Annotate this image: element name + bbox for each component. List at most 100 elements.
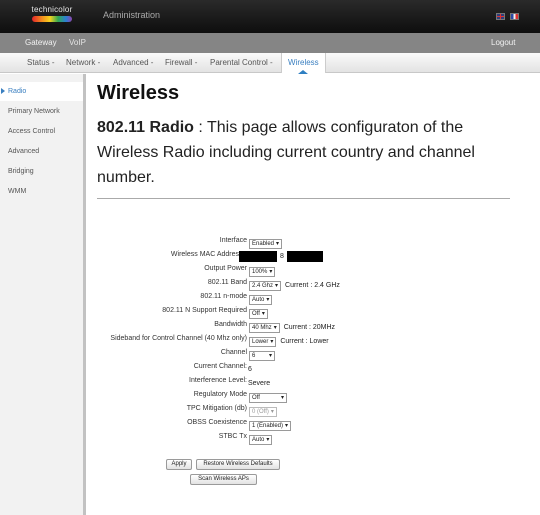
current-channel-label: Current Channel: (193, 363, 247, 370)
nsupport-row: 802.11 N Support Required (90, 305, 247, 317)
subnav-wireless-label: Wireless (288, 58, 319, 67)
tpc-select[interactable]: 0 (Off) ▾ (249, 406, 277, 417)
bandwidth-label: Bandwidth (214, 321, 247, 328)
nsupport-select[interactable]: Off ▾ (249, 308, 268, 319)
nmode-value: Auto (252, 296, 265, 303)
band-current: Current : 2.4 GHz (285, 282, 340, 290)
tpc-value: 0 (Off) (252, 408, 269, 415)
scan-wireless-aps-button[interactable]: Scan Wireless APs (190, 474, 257, 485)
interface-label: Interface (219, 237, 247, 244)
sidebar-item-label: Access Control (8, 128, 56, 135)
obss-value: 1 (Enabled) (252, 422, 284, 429)
active-arrow-icon (1, 88, 5, 94)
logout-link[interactable]: Logout (491, 38, 515, 47)
mac-redacted-block (286, 251, 323, 263)
band-value: 2.4 Ghz (252, 282, 274, 289)
current-channel-row: Current Channel: (90, 361, 247, 373)
chevron-down-icon: ▾ (266, 436, 270, 443)
chevron-down-icon: ▾ (276, 240, 280, 247)
chevron-down-icon: ▾ (270, 408, 274, 415)
sidebar: Radio Primary Network Access Control Adv… (0, 74, 86, 515)
output-power-select[interactable]: 100% ▾ (249, 266, 276, 277)
sidebar-item-wmm[interactable]: WMM (0, 182, 83, 201)
chevron-down-icon: ▾ (268, 352, 272, 359)
sideband-row: Sideband for Control Channel (40 Mhz onl… (90, 333, 247, 345)
nmode-select[interactable]: Auto ▾ (249, 294, 273, 305)
top-header: technicolor Administration (0, 0, 540, 33)
mac-redacted-block (239, 251, 277, 263)
subnav-network[interactable]: Network - (66, 58, 100, 67)
obss-label: OBSS Coexistence (187, 419, 247, 426)
active-tab-caret-icon (298, 70, 308, 74)
channel-row-ctrl: 6 ▾ (249, 347, 275, 365)
nav-gateway[interactable]: Gateway (25, 38, 57, 47)
nmode-label: 802.11 n-mode (200, 293, 247, 300)
obss-select[interactable]: 1 (Enabled) ▾ (249, 420, 292, 431)
chevron-down-icon: ▾ (273, 324, 277, 331)
sidebar-item-primary-network[interactable]: Primary Network (0, 102, 83, 121)
mac-label: Wireless MAC Addres (170, 251, 239, 258)
sidebar-item-label: Radio (8, 88, 27, 95)
sideband-value: Lower (252, 338, 269, 345)
band-row: 802.11 Band (90, 277, 247, 289)
channel-label: Channel (220, 349, 247, 356)
technicolor-logo[interactable]: technicolor (27, 5, 77, 27)
divider (97, 198, 510, 199)
description-heading: 802.11 Radio (97, 119, 194, 136)
mac-visible-fragment: 8 (280, 253, 284, 261)
nsupport-label: 802.11 N Support Required (162, 307, 247, 314)
stbc-select[interactable]: Auto ▾ (249, 434, 273, 445)
obss-row: OBSS Coexistence (90, 417, 247, 429)
page-title: Wireless (97, 82, 180, 104)
subnav-firewall[interactable]: Firewall - (165, 58, 197, 67)
nav-voip[interactable]: VoIP (69, 38, 86, 47)
subnav-advanced[interactable]: Advanced - (113, 58, 153, 67)
interface-row: Interface (90, 235, 247, 247)
fr-flag-icon[interactable] (510, 13, 519, 20)
sidebar-item-label: Primary Network (8, 108, 60, 115)
subnav-status[interactable]: Status - (27, 58, 55, 67)
sidebar-item-label: Advanced (8, 148, 40, 155)
chevron-down-icon: ▾ (280, 394, 284, 401)
current-channel-value: 6 (248, 366, 252, 374)
sidebar-item-label: Bridging (8, 168, 34, 175)
stbc-row-ctrl: Auto ▾ (249, 431, 273, 449)
sidebar-item-radio[interactable]: Radio (0, 82, 83, 101)
band-select[interactable]: 2.4 Ghz ▾ (249, 280, 282, 291)
channel-select[interactable]: 6 ▾ (249, 350, 275, 361)
chevron-down-icon: ▾ (266, 296, 270, 303)
sidebar-item-bridging[interactable]: Bridging (0, 162, 83, 181)
logo-rainbow-icon (32, 16, 72, 22)
sidebar-item-advanced[interactable]: Advanced (0, 142, 83, 161)
output-power-row: Output Power (90, 263, 247, 275)
sideband-label: Sideband for Control Channel (40 Mhz onl… (110, 335, 247, 342)
logo-text: technicolor (31, 5, 73, 14)
stbc-row: STBC Tx (90, 431, 247, 443)
channel-value: 6 (252, 352, 256, 359)
sidebar-item-label: WMM (8, 188, 27, 195)
main-nav: Gateway VoIP Logout (0, 33, 540, 53)
channel-row: Channel (90, 347, 247, 359)
regulatory-value: Off (252, 394, 260, 401)
stbc-label: STBC Tx (218, 433, 247, 440)
uk-flag-icon[interactable] (496, 13, 505, 20)
sideband-current: Current : Lower (280, 338, 329, 346)
sub-nav: Status - Network - Advanced - Firewall -… (0, 53, 540, 73)
subnav-parental-control[interactable]: Parental Control - (210, 58, 273, 67)
sideband-select[interactable]: Lower ▾ (249, 336, 277, 347)
sidebar-item-access-control[interactable]: Access Control (0, 122, 83, 141)
stbc-value: Auto (252, 436, 265, 443)
bandwidth-row: Bandwidth (90, 319, 247, 331)
nmode-row: 802.11 n-mode (90, 291, 247, 303)
apply-button[interactable]: Apply (166, 459, 192, 470)
tpc-label: TPC Mitigation (db) (186, 405, 247, 412)
admin-title: Administration (103, 10, 161, 20)
band-label: 802.11 Band (207, 279, 247, 286)
restore-defaults-button[interactable]: Restore Wireless Defaults (196, 459, 280, 470)
interference-value: Severe (248, 380, 271, 388)
regulatory-select[interactable]: Off ▾ (249, 392, 287, 403)
interference-label: Interference Level: (189, 377, 247, 384)
regulatory-label: Regulatory Mode (193, 391, 247, 398)
bandwidth-value: 40 Mhz (252, 324, 272, 331)
bandwidth-select[interactable]: 40 Mhz ▾ (249, 322, 280, 333)
